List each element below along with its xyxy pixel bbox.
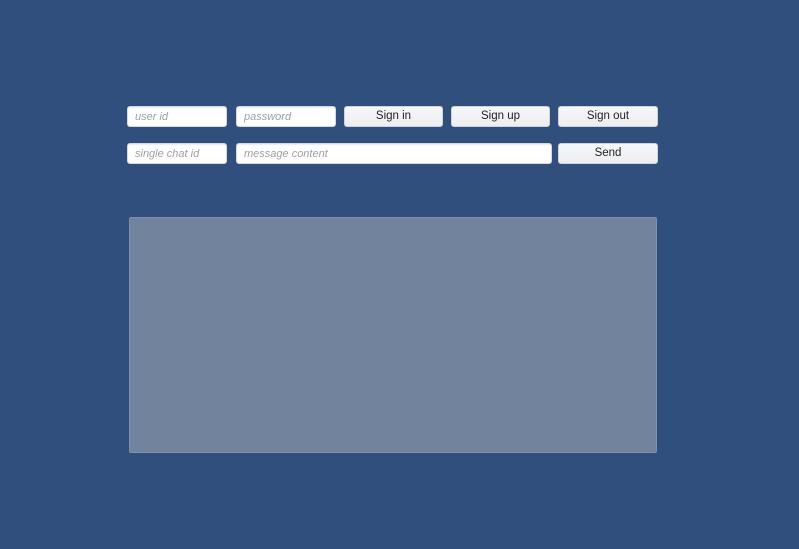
message-log-panel[interactable] <box>129 217 657 453</box>
message-log-text <box>130 218 656 230</box>
password-input[interactable] <box>236 106 336 127</box>
chat-id-input[interactable] <box>127 143 227 164</box>
message-content-input[interactable] <box>236 143 552 164</box>
sign-out-button[interactable]: Sign out <box>558 106 658 127</box>
send-button[interactable]: Send <box>558 143 658 164</box>
user-id-input[interactable] <box>127 106 227 127</box>
sign-up-button[interactable]: Sign up <box>451 106 550 127</box>
sign-in-button[interactable]: Sign in <box>344 106 443 127</box>
